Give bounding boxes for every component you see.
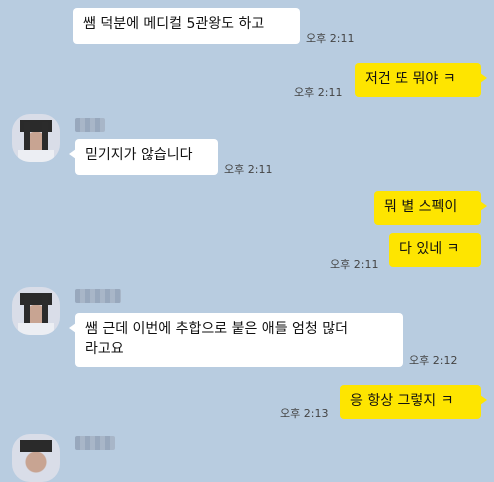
sender-name-blurred [75,289,121,303]
incoming-message[interactable]: 쌤 근데 이번에 추합으로 붙은 애들 엄청 많더 라고요 [69,313,403,367]
sender-avatar[interactable] [12,287,60,335]
message-time: 오후 2:11 [330,258,379,271]
outgoing-message[interactable]: 응 항상 그렇지 ㅋ [340,385,487,419]
avatar-photo [20,440,52,480]
sender-avatar[interactable] [12,434,60,482]
sender-name-blurred [75,436,115,450]
outgoing-message[interactable]: 저건 또 뭐야 ㅋ [355,63,487,97]
message-time: 오후 2:11 [294,86,343,99]
message-time: 오후 2:11 [306,32,355,45]
message-time: 오후 2:13 [280,407,329,420]
outgoing-message[interactable]: 다 있네 ㅋ [389,233,481,267]
message-time: 오후 2:12 [409,354,458,367]
incoming-message[interactable]: 믿기지가 않습니다 [69,139,218,175]
message-time: 오후 2:11 [224,163,273,176]
sender-avatar[interactable] [12,114,60,162]
sender-name-blurred [75,118,105,132]
incoming-message[interactable]: 쌤 덕분에 메디컬 5관왕도 하고 [73,8,300,44]
outgoing-message[interactable]: 뭐 별 스펙이 [374,191,487,225]
